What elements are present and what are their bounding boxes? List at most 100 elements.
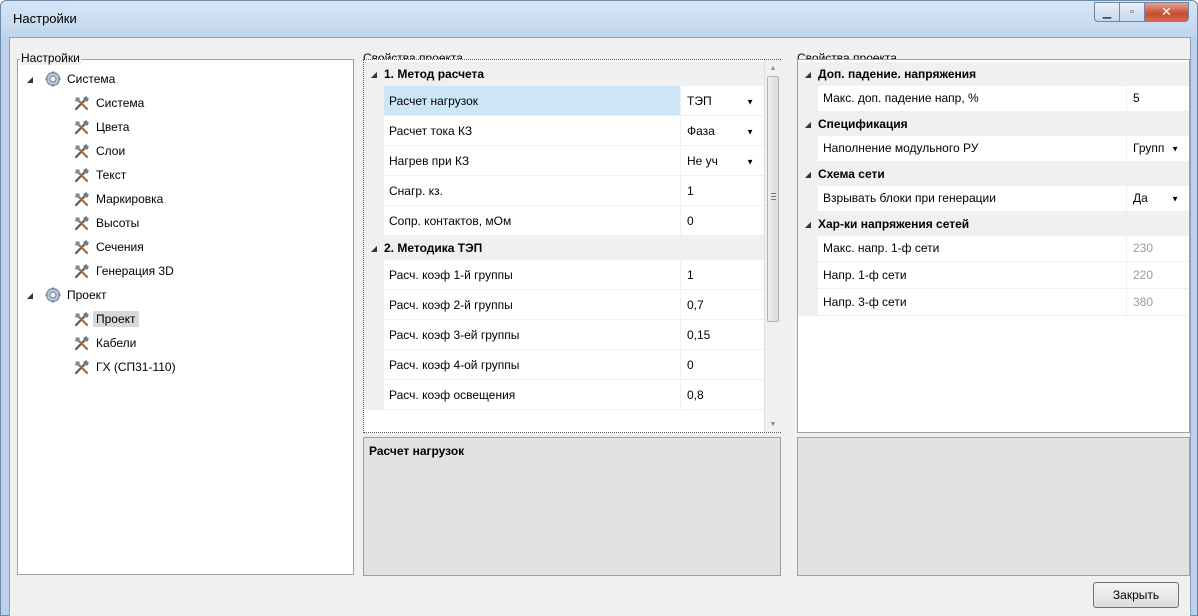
property-value[interactable]: ТЭП ▼ — [681, 86, 764, 115]
property-value-text: 380 — [1133, 295, 1154, 309]
property-row[interactable]: Сопр. контактов, мОм 0 — [364, 206, 764, 236]
property-value-text: 0,15 — [687, 327, 711, 342]
expand-arrow-icon[interactable]: ◢ — [23, 75, 37, 84]
grip-line — [771, 199, 776, 200]
scroll-down-icon[interactable]: ▼ — [765, 416, 781, 432]
property-row[interactable]: Расч. коэф освещения 0,8 — [364, 380, 764, 410]
tree-node[interactable]: Система — [73, 91, 144, 115]
tree-node-label: Проект — [93, 311, 139, 327]
close-button[interactable]: Закрыть — [1093, 582, 1179, 608]
dropdown-arrow-icon[interactable]: ▼ — [746, 157, 754, 166]
property-category[interactable]: ◢ 1. Метод расчета — [364, 62, 764, 86]
property-category[interactable]: ◢ Доп. падение. напряжения — [798, 62, 1189, 86]
tree-node[interactable]: ГХ (СП31-110) — [73, 355, 176, 379]
tree-node[interactable]: Слои — [73, 139, 125, 163]
property-row[interactable]: Расч. коэф 3-ей группы 0,15 — [364, 320, 764, 350]
property-value[interactable]: Да ▼ — [1127, 185, 1189, 211]
property-row[interactable]: Макс. доп. падение напр, % 5 — [798, 85, 1189, 112]
vertical-scrollbar[interactable]: ▲ ▼ — [764, 60, 781, 432]
tree-node[interactable]: Кабели — [73, 331, 136, 355]
property-value[interactable]: 0,15 — [681, 320, 764, 349]
scroll-thumb[interactable] — [767, 76, 779, 322]
property-value[interactable]: 0,7 — [681, 290, 764, 319]
tools-icon — [73, 119, 91, 135]
collapse-arrow-icon[interactable]: ◢ — [798, 120, 818, 129]
property-category[interactable]: ◢ Схема сети — [798, 162, 1189, 186]
property-name: Расч. коэф освещения — [384, 380, 681, 409]
property-category[interactable]: ◢ Спецификация — [798, 112, 1189, 136]
property-name: Расчет тока КЗ — [384, 116, 681, 145]
property-value-text: 0 — [687, 213, 694, 228]
property-value-text: 1 — [687, 267, 694, 282]
close-button-label: Закрыть — [1112, 588, 1160, 602]
property-name: Макс. напр. 1-ф сети — [818, 235, 1127, 261]
tree-node-label: Слои — [96, 144, 126, 158]
collapse-arrow-icon[interactable]: ◢ — [364, 244, 384, 253]
tree-node[interactable]: Проект — [73, 307, 139, 331]
property-name: Наполнение модульного РУ — [818, 135, 1127, 161]
tree-node[interactable]: Цвета — [73, 115, 129, 139]
collapse-arrow-icon[interactable]: ◢ — [798, 170, 818, 179]
property-row[interactable]: Расчет нагрузок ТЭП ▼ — [364, 86, 764, 116]
property-value-text: 1 — [687, 183, 694, 198]
tools-icon — [73, 263, 91, 279]
row-margin — [364, 320, 384, 349]
minimize-icon: ▁ — [1102, 6, 1112, 19]
property-row[interactable]: Нагрев при КЗ Не уч ▼ — [364, 146, 764, 176]
collapse-arrow-icon[interactable]: ◢ — [364, 70, 384, 79]
property-row[interactable]: Взрывать блоки при генерации Да ▼ — [798, 185, 1189, 212]
property-value[interactable]: 0 — [681, 206, 764, 235]
scroll-up-icon[interactable]: ▲ — [765, 60, 781, 76]
dropdown-arrow-icon[interactable]: ▼ — [746, 127, 754, 136]
row-margin — [364, 176, 384, 205]
tree-node[interactable]: Генерация 3D — [73, 259, 174, 283]
title-bar[interactable]: Настройки ▁ ▫ ✕ — [1, 1, 1197, 37]
tree-node[interactable]: Маркировка — [73, 187, 163, 211]
tree-node-label: ГХ (СП31-110) — [96, 360, 176, 374]
property-row[interactable]: Напр. 3-ф сети 380 — [798, 289, 1189, 316]
property-value[interactable]: 1 — [681, 176, 764, 205]
expand-arrow-icon[interactable]: ◢ — [23, 291, 37, 300]
grip-line — [771, 193, 776, 194]
property-row[interactable]: Снагр. кз. 1 — [364, 176, 764, 206]
property-category[interactable]: ◢ 2. Методика ТЭП — [364, 236, 764, 260]
property-value[interactable]: Фаза ▼ — [681, 116, 764, 145]
property-category[interactable]: ◢ Хар-ки напряжения сетей — [798, 212, 1189, 236]
tools-icon — [73, 167, 91, 183]
collapse-arrow-icon[interactable]: ◢ — [798, 220, 818, 229]
dropdown-arrow-icon[interactable]: ▼ — [746, 97, 754, 106]
maximize-button[interactable]: ▫ — [1120, 2, 1145, 22]
property-value[interactable]: 5 — [1127, 85, 1189, 111]
property-grid[interactable]: ◢ 1. Метод расчета Расчет нагрузок ТЭП ▼ Расч… — [363, 59, 781, 433]
property-row[interactable]: Расчет тока КЗ Фаза ▼ — [364, 116, 764, 146]
dropdown-arrow-icon[interactable]: ▼ — [1171, 144, 1179, 153]
property-value[interactable]: 0,8 — [681, 380, 764, 409]
property-value[interactable]: 1 — [681, 260, 764, 289]
property-row[interactable]: Расч. коэф 2-й группы 0,7 — [364, 290, 764, 320]
help-title: Расчет нагрузок — [369, 444, 465, 458]
property-value[interactable]: 0 — [681, 350, 764, 379]
dropdown-arrow-icon[interactable]: ▼ — [1171, 194, 1179, 203]
tree-node[interactable]: Сечения — [73, 235, 144, 259]
collapse-arrow-icon[interactable]: ◢ — [798, 70, 818, 79]
property-row[interactable]: Напр. 1-ф сети 220 — [798, 262, 1189, 289]
property-value-text: 0,8 — [687, 387, 704, 402]
category-title: Спецификация — [818, 117, 908, 131]
property-row[interactable]: Расч. коэф 4-ой группы 0 — [364, 350, 764, 380]
tree-node[interactable]: Высоты — [73, 211, 139, 235]
property-row[interactable]: Макс. напр. 1-ф сети 230 — [798, 235, 1189, 262]
property-row[interactable]: Наполнение модульного РУ Групп ▼ — [798, 135, 1189, 162]
tree-node[interactable]: Текст — [73, 163, 126, 187]
close-window-button[interactable]: ✕ — [1145, 2, 1189, 22]
minimize-button[interactable]: ▁ — [1094, 2, 1120, 22]
tools-icon — [73, 191, 91, 207]
tree-node-group[interactable]: ◢ Система — [23, 67, 115, 91]
property-value[interactable]: Групп ▼ — [1127, 135, 1189, 161]
property-name: Сопр. контактов, мОм — [384, 206, 681, 235]
property-row[interactable]: Расч. коэф 1-й группы 1 — [364, 260, 764, 290]
right-property-grid[interactable]: ◢ Доп. падение. напряжения Макс. доп. паде… — [797, 59, 1190, 433]
property-value-text: 230 — [1133, 241, 1154, 255]
property-value[interactable]: Не уч ▼ — [681, 146, 764, 175]
property-name: Расч. коэф 3-ей группы — [384, 320, 681, 349]
tree-node-group[interactable]: ◢ Проект — [23, 283, 107, 307]
